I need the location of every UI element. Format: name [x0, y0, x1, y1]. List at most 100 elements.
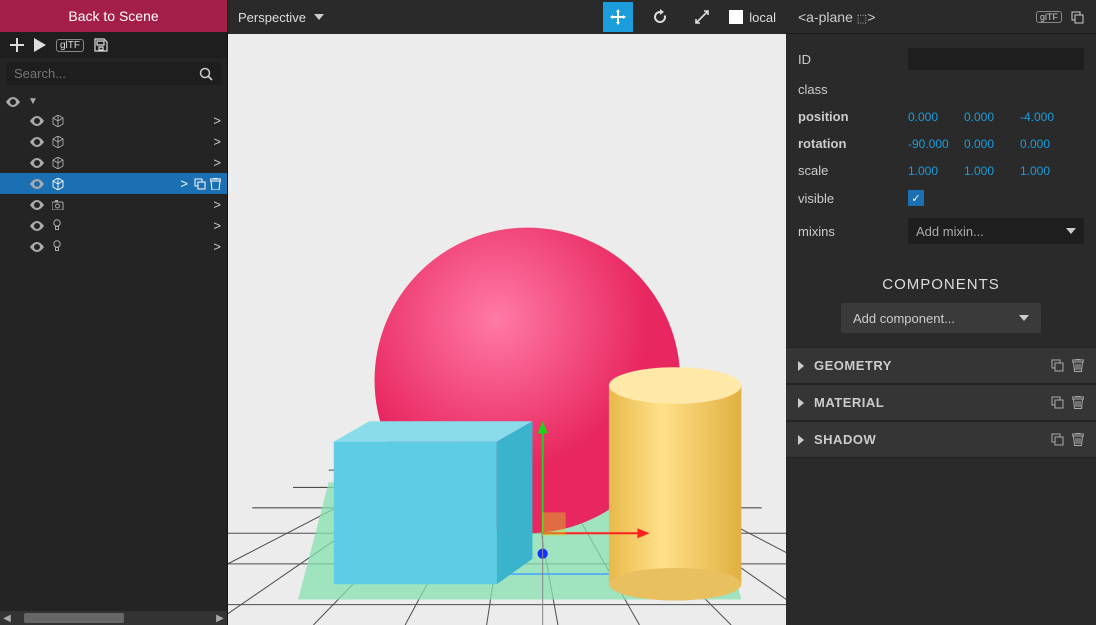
cube-icon: ⬚: [857, 13, 867, 25]
cylinder-shape: [609, 367, 741, 600]
add-component-dropdown[interactable]: Add component...: [841, 303, 1041, 333]
inspector-header: <a-plane ⬚> glTF: [786, 0, 1096, 34]
visibility-toggle-icon[interactable]: [30, 179, 46, 189]
chevron-down-icon: [314, 14, 324, 20]
add-entity-button[interactable]: [10, 38, 24, 52]
visibility-toggle-icon[interactable]: [30, 242, 46, 252]
position-y-input[interactable]: 0.000: [964, 110, 1012, 124]
mixins-row: mixins Add mixin...: [798, 212, 1084, 250]
tree-item[interactable]: >: [0, 131, 227, 152]
chevron-down-icon: [1019, 315, 1029, 321]
cube-icon: [52, 136, 207, 148]
3d-viewport[interactable]: [228, 34, 786, 625]
id-input[interactable]: [908, 48, 1084, 70]
visibility-toggle-icon[interactable]: [30, 200, 46, 210]
light-icon: [52, 219, 207, 232]
tree-item[interactable]: >: [0, 236, 227, 257]
back-to-scene-button[interactable]: Back to Scene: [0, 0, 227, 32]
node-label: [52, 178, 174, 190]
visibility-toggle-icon[interactable]: [30, 137, 46, 147]
entity-name: <a-plane ⬚>: [798, 9, 1028, 25]
cube-icon: [52, 115, 207, 127]
scale-y-input[interactable]: 1.000: [964, 164, 1012, 178]
expand-icon[interactable]: ▼: [28, 96, 38, 107]
copy-icon[interactable]: [1051, 433, 1064, 446]
component-name: GEOMETRY: [814, 358, 1041, 373]
rotation-y-input[interactable]: 0.000: [964, 137, 1012, 151]
visible-row: visible ✓: [798, 184, 1084, 212]
scroll-left-icon[interactable]: ◀: [0, 613, 14, 624]
visibility-toggle-icon[interactable]: [30, 158, 46, 168]
component-section[interactable]: GEOMETRY: [786, 347, 1096, 384]
left-toolbar: glTF: [0, 32, 227, 58]
visibility-toggle-icon[interactable]: [30, 221, 46, 231]
scene-graph-panel: Back to Scene glTF ▼>>>>>>> ◀ ▶: [0, 0, 228, 625]
class-row: class: [798, 76, 1084, 103]
local-space-toggle[interactable]: local: [729, 10, 776, 25]
viewport-toolbar: Perspective local: [228, 0, 786, 34]
visibility-toggle-icon[interactable]: [30, 116, 46, 126]
visible-label: visible: [798, 191, 908, 206]
rotation-z-input[interactable]: 0.000: [1020, 137, 1068, 151]
inspector-panel: <a-plane ⬚> glTF ID class position 0.000…: [786, 0, 1096, 625]
visible-checkbox[interactable]: ✓: [908, 190, 924, 206]
rotation-label: rotation: [798, 136, 908, 151]
scrollbar-thumb[interactable]: [24, 613, 124, 623]
position-x-input[interactable]: 0.000: [908, 110, 956, 124]
chevron-right-icon: [798, 398, 804, 408]
search-row: [6, 62, 221, 85]
id-label: ID: [798, 52, 908, 67]
camera-mode-label: Perspective: [238, 10, 306, 25]
rotation-row: rotation -90.000 0.000 0.000: [798, 130, 1084, 157]
component-section[interactable]: MATERIAL: [786, 384, 1096, 421]
tree-item[interactable]: >: [0, 194, 227, 215]
copy-icon[interactable]: [1070, 10, 1084, 24]
tree-item[interactable]: >: [0, 110, 227, 131]
node-label: [52, 200, 207, 210]
save-button[interactable]: [94, 38, 108, 52]
node-label: [52, 115, 207, 127]
tree-item[interactable]: ▼: [0, 93, 227, 110]
play-button[interactable]: [34, 38, 46, 52]
rotate-tool-button[interactable]: [645, 2, 675, 32]
scale-tool-button[interactable]: [687, 2, 717, 32]
search-icon[interactable]: [199, 67, 213, 81]
position-label: position: [798, 109, 908, 124]
delete-icon[interactable]: [210, 178, 221, 190]
camera-mode-dropdown[interactable]: Perspective: [238, 10, 324, 25]
scroll-right-icon[interactable]: ▶: [213, 613, 227, 624]
horizontal-scrollbar[interactable]: ◀ ▶: [0, 611, 227, 625]
gltf-icon[interactable]: glTF: [1036, 11, 1062, 23]
delete-icon[interactable]: [1072, 359, 1084, 372]
tree-item[interactable]: >: [0, 215, 227, 236]
delete-icon[interactable]: [1072, 396, 1084, 409]
copy-icon[interactable]: [1051, 396, 1064, 409]
component-section[interactable]: SHADOW: [786, 421, 1096, 458]
gltf-export-button[interactable]: glTF: [56, 39, 84, 52]
add-component-label: Add component...: [853, 311, 955, 326]
scale-x-input[interactable]: 1.000: [908, 164, 956, 178]
tree-item[interactable]: >: [0, 152, 227, 173]
visibility-toggle-icon[interactable]: [6, 97, 22, 107]
node-label: [52, 219, 207, 232]
scale-z-input[interactable]: 1.000: [1020, 164, 1068, 178]
chevron-down-icon: [1066, 228, 1076, 234]
mixins-label: mixins: [798, 224, 908, 239]
duplicate-icon[interactable]: [194, 178, 206, 190]
camera-icon: [52, 200, 207, 210]
component-name: SHADOW: [814, 432, 1041, 447]
tree-item[interactable]: >: [0, 173, 227, 194]
position-z-input[interactable]: -4.000: [1020, 110, 1068, 124]
node-label: [52, 157, 207, 169]
translate-tool-button[interactable]: [603, 2, 633, 32]
copy-icon[interactable]: [1051, 359, 1064, 372]
delete-icon[interactable]: [1072, 433, 1084, 446]
local-label: local: [749, 10, 776, 25]
rotation-x-input[interactable]: -90.000: [908, 137, 956, 151]
mixins-dropdown[interactable]: Add mixin...: [908, 218, 1084, 244]
node-label: [52, 136, 207, 148]
scale-label: scale: [798, 163, 908, 178]
search-input[interactable]: [14, 66, 199, 81]
box-shape: [334, 421, 533, 584]
id-row: ID: [798, 42, 1084, 76]
